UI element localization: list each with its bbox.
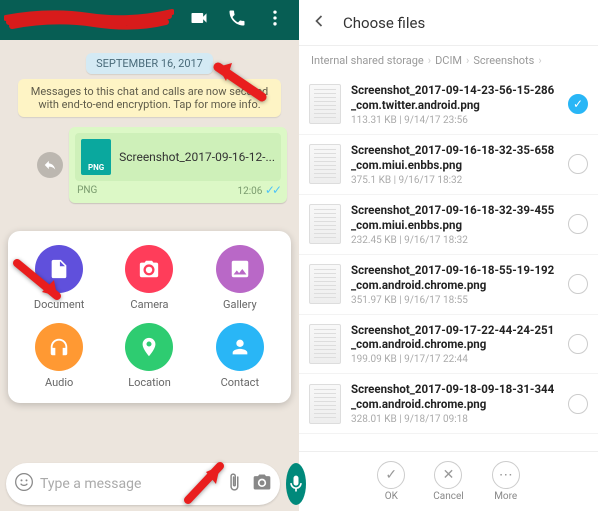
audio-icon — [35, 323, 83, 371]
location-icon — [125, 323, 173, 371]
file-name: Screenshot_2017-09-16-18-55-19-192_com.a… — [351, 263, 558, 293]
file-type-icon: PNG — [81, 139, 111, 175]
ok-button[interactable]: ✓OK — [377, 461, 405, 502]
whatsapp-pane: SEPTEMBER 16, 2017 Messages to this chat… — [0, 0, 299, 511]
attach-label: Camera — [130, 298, 168, 311]
mic-button[interactable] — [286, 463, 306, 505]
file-name: Screenshot_2017-09-17-22-44-24-251_com.a… — [351, 323, 558, 353]
file-name: Screenshot_2017-09-16-12-... — [119, 150, 275, 164]
document-icon — [35, 245, 83, 293]
file-item[interactable]: Screenshot_2017-09-17-22-44-24-251_com.a… — [299, 315, 598, 375]
message-time: 12:06 — [238, 186, 263, 197]
file-meta: 199.09 KB | 9/17/17 22:44 — [351, 354, 558, 365]
file-checkbox[interactable] — [568, 154, 588, 174]
date-chip: SEPTEMBER 16, 2017 — [8, 52, 291, 71]
file-item[interactable]: Screenshot_2017-09-16-18-32-39-455_com.m… — [299, 195, 598, 255]
file-thumbnail — [309, 264, 341, 304]
file-picker-title: Choose files — [343, 14, 425, 32]
file-meta: 375.1 KB | 9/16/17 18:32 — [351, 175, 558, 186]
file-picker-actions: ✓OK ✕Cancel ⋯More — [299, 451, 598, 511]
message-input[interactable] — [34, 476, 224, 492]
attach-location[interactable]: Location — [106, 323, 192, 389]
attach-label: Gallery — [223, 298, 257, 311]
forward-icon[interactable] — [37, 152, 63, 178]
file-item[interactable]: Screenshot_2017-09-14-23-56-15-286_com.t… — [299, 75, 598, 135]
attach-label: Location — [128, 376, 171, 389]
file-item[interactable]: Screenshot_2017-09-16-18-55-19-192_com.a… — [299, 255, 598, 315]
attach-document[interactable]: Document — [16, 245, 102, 311]
cancel-button[interactable]: ✕Cancel — [433, 461, 463, 502]
breadcrumb-item[interactable]: Screenshots — [473, 54, 534, 67]
attach-gallery[interactable]: Gallery — [197, 245, 283, 311]
attach-label: Document — [34, 298, 84, 311]
file-thumbnail — [309, 204, 341, 244]
gallery-icon — [216, 245, 264, 293]
attach-icon[interactable] — [224, 472, 244, 496]
voice-call-icon[interactable] — [227, 8, 247, 32]
file-picker-pane: Choose files Internal shared storage› DC… — [299, 0, 598, 511]
file-checkbox[interactable] — [568, 214, 588, 234]
attach-label: Contact — [221, 376, 259, 389]
file-meta: 113.31 KB | 9/14/17 23:56 — [351, 115, 558, 126]
message-bubble[interactable]: PNG Screenshot_2017-09-16-12-... PNG 12:… — [69, 127, 287, 203]
back-icon[interactable] — [309, 11, 329, 35]
more-button[interactable]: ⋯More — [492, 461, 520, 502]
camera-input-icon[interactable] — [252, 472, 272, 496]
file-meta: 232.45 KB | 9/16/17 18:32 — [351, 235, 558, 246]
breadcrumb-item[interactable]: Internal shared storage — [311, 54, 424, 67]
contact-icon — [216, 323, 264, 371]
file-checkbox[interactable] — [568, 274, 588, 294]
message-row: PNG Screenshot_2017-09-16-12-... PNG 12:… — [12, 127, 287, 203]
file-thumbnail — [309, 384, 341, 424]
chat-area: SEPTEMBER 16, 2017 Messages to this chat… — [0, 40, 299, 457]
video-call-icon[interactable] — [189, 8, 209, 32]
more-icon[interactable] — [265, 8, 285, 32]
attach-camera[interactable]: Camera — [106, 245, 192, 311]
file-checkbox[interactable] — [568, 334, 588, 354]
file-thumbnail — [309, 84, 341, 124]
file-picker-header: Choose files — [299, 0, 598, 46]
message-input-bar — [0, 457, 299, 511]
file-checkbox[interactable] — [568, 94, 588, 114]
encryption-notice[interactable]: Messages to this chat and calls are now … — [18, 79, 281, 117]
read-ticks-icon: ✓✓ — [265, 183, 279, 197]
file-meta: 328.01 KB | 9/18/17 09:18 — [351, 414, 558, 425]
file-item[interactable]: Screenshot_2017-09-18-09-18-31-344_com.a… — [299, 374, 598, 434]
file-item[interactable]: Screenshot_2017-09-16-18-32-35-658_com.m… — [299, 135, 598, 195]
file-meta: 351.97 KB | 9/16/17 18:55 — [351, 295, 558, 306]
file-name: Screenshot_2017-09-14-23-56-15-286_com.t… — [351, 83, 558, 113]
breadcrumb-item[interactable]: DCIM — [435, 54, 462, 67]
file-thumbnail — [309, 324, 341, 364]
file-name: Screenshot_2017-09-18-09-18-31-344_com.a… — [351, 382, 558, 412]
attach-contact[interactable]: Contact — [197, 323, 283, 389]
attach-audio[interactable]: Audio — [16, 323, 102, 389]
file-thumbnail — [309, 144, 341, 184]
attach-label: Audio — [45, 376, 73, 389]
emoji-icon[interactable] — [14, 472, 34, 496]
attachment-panel: Document Camera Gallery Audio Location C… — [8, 231, 291, 403]
contact-name-redacted — [4, 4, 174, 34]
file-list: Screenshot_2017-09-14-23-56-15-286_com.t… — [299, 75, 598, 451]
whatsapp-header — [0, 0, 299, 40]
file-name: Screenshot_2017-09-16-18-32-35-658_com.m… — [351, 143, 558, 173]
breadcrumb[interactable]: Internal shared storage› DCIM› Screensho… — [299, 46, 598, 75]
file-name: Screenshot_2017-09-16-18-32-39-455_com.m… — [351, 203, 558, 233]
camera-icon — [125, 245, 173, 293]
file-checkbox[interactable] — [568, 394, 588, 414]
file-meta-label: PNG — [77, 185, 97, 196]
